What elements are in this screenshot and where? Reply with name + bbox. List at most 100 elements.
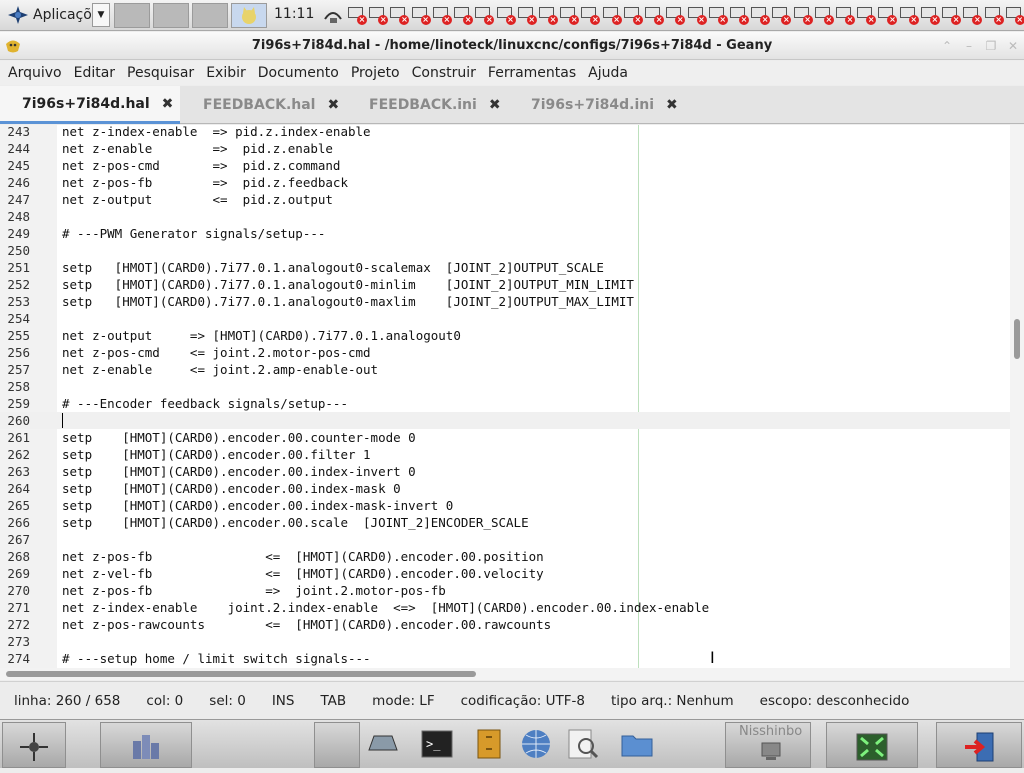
- line-text[interactable]: # ---Encoder feedback signals/setup---: [62, 395, 348, 412]
- code-line[interactable]: 256 net z-pos-cmd <= joint.2.motor-pos-cm…: [0, 344, 1010, 361]
- line-text[interactable]: # ---setup home / limit switch signals--…: [62, 650, 371, 667]
- code-line[interactable]: 249 # ---PWM Generator signals/setup---: [0, 225, 1010, 242]
- tray-window-button[interactable]: ×: [473, 3, 495, 27]
- applications-menu[interactable]: Aplicaçõe: [2, 2, 104, 28]
- menu-ajuda[interactable]: Ajuda: [588, 65, 636, 81]
- close-window-button[interactable]: ✕: [1006, 39, 1020, 53]
- line-text[interactable]: net z-vel-fb <= [HMOT](CARD0).encoder.00…: [62, 565, 544, 582]
- code-line[interactable]: 253 setp [HMOT](CARD0).7i77.0.1.analogout…: [0, 293, 1010, 310]
- code-line[interactable]: 245 net z-pos-cmd => pid.z.command: [0, 157, 1010, 174]
- tray-window-button[interactable]: ×: [834, 3, 856, 27]
- code-line[interactable]: 247 net z-output <= pid.z.output: [0, 191, 1010, 208]
- horizontal-scrollbar-thumb[interactable]: [6, 671, 476, 677]
- tray-window-button[interactable]: ×: [431, 3, 452, 27]
- tray-window-button[interactable]: ×: [664, 3, 686, 27]
- tray-window-button[interactable]: ×: [686, 3, 707, 27]
- line-text[interactable]: setp [HMOT](CARD0).encoder.00.index-mask…: [62, 497, 453, 514]
- network-icon[interactable]: [322, 4, 344, 26]
- code-line[interactable]: 270 net z-pos-fb => joint.2.motor-pos-fb: [0, 582, 1010, 599]
- tray-window-button[interactable]: ×: [558, 3, 580, 27]
- tray-window-button[interactable]: ×: [388, 3, 410, 27]
- workspace-2[interactable]: [153, 3, 189, 28]
- tray-window-button[interactable]: ×: [452, 3, 474, 27]
- line-text[interactable]: net z-pos-cmd => pid.z.command: [62, 157, 340, 174]
- workspace-4[interactable]: [231, 3, 267, 28]
- code-line[interactable]: 259 # ---Encoder feedback signals/setup--…: [0, 395, 1010, 412]
- tray-window-button[interactable]: ×: [579, 3, 601, 27]
- folder-icon[interactable]: [620, 728, 654, 760]
- menu-arquivo[interactable]: Arquivo: [8, 65, 70, 81]
- code-line[interactable]: 272 net z-pos-rawcounts <= [HMOT](CARD0).…: [0, 616, 1010, 633]
- line-text[interactable]: net z-pos-fb => pid.z.feedback: [62, 174, 348, 191]
- tray-window-button[interactable]: ×: [622, 3, 643, 27]
- workspace-3[interactable]: [192, 3, 228, 28]
- line-text[interactable]: net z-output => [HMOT](CARD0).7i77.0.1.a…: [62, 327, 461, 344]
- line-text[interactable]: net z-pos-cmd <= joint.2.motor-pos-cmd: [62, 344, 371, 361]
- line-text[interactable]: net z-enable <= joint.2.amp-enable-out: [62, 361, 378, 378]
- code-line[interactable]: 248: [0, 208, 1010, 225]
- code-line[interactable]: 263 setp [HMOT](CARD0).encoder.00.index-i…: [0, 463, 1010, 480]
- tray-window-button[interactable]: ×: [983, 3, 1004, 27]
- code-line[interactable]: 250: [0, 242, 1010, 259]
- line-text[interactable]: setp [HMOT](CARD0).encoder.00.counter-mo…: [62, 429, 416, 446]
- menu-construir[interactable]: Construir: [412, 65, 484, 81]
- code-line[interactable]: 260: [0, 412, 1010, 429]
- code-line[interactable]: 246 net z-pos-fb => pid.z.feedback: [0, 174, 1010, 191]
- code-line[interactable]: 252 setp [HMOT](CARD0).7i77.0.1.analogout…: [0, 276, 1010, 293]
- line-text[interactable]: setp [HMOT](CARD0).encoder.00.scale [JOI…: [62, 514, 529, 531]
- minimize-button[interactable]: –: [962, 39, 976, 53]
- line-text[interactable]: setp [HMOT](CARD0).encoder.00.index-inve…: [62, 463, 416, 480]
- menu-editar[interactable]: Editar: [74, 65, 123, 81]
- line-text[interactable]: net z-pos-fb <= [HMOT](CARD0).encoder.00…: [62, 548, 544, 565]
- menu-pesquisar[interactable]: Pesquisar: [127, 65, 202, 81]
- horizontal-scrollbar[interactable]: [0, 668, 1024, 680]
- line-text[interactable]: net z-index-enable joint.2.index-enable …: [62, 599, 709, 616]
- tray-window-button[interactable]: ×: [940, 3, 962, 27]
- line-text[interactable]: setp [HMOT](CARD0).encoder.00.filter 1: [62, 446, 371, 463]
- tray-window-button[interactable]: ×: [792, 3, 813, 27]
- tab-7i96s-7i84d-ini[interactable]: 7i96s+7i84d.ini ✖: [509, 86, 689, 124]
- code-line[interactable]: 265 setp [HMOT](CARD0).encoder.00.index-m…: [0, 497, 1010, 514]
- terminal-icon[interactable]: >_: [420, 728, 454, 760]
- dock-logout-button[interactable]: [936, 722, 1022, 768]
- tray-window-button[interactable]: ×: [749, 3, 771, 27]
- line-text[interactable]: setp [HMOT](CARD0).7i77.0.1.analogout0-m…: [62, 293, 634, 310]
- drive-icon[interactable]: [366, 728, 400, 760]
- code-line[interactable]: 261 setp [HMOT](CARD0).encoder.00.counter…: [0, 429, 1010, 446]
- code-line[interactable]: 274 # ---setup home / limit switch signal…: [0, 650, 1010, 667]
- dock-network-button[interactable]: [2, 722, 66, 768]
- search-icon[interactable]: [566, 728, 600, 760]
- menu-ferramentas[interactable]: Ferramentas: [488, 65, 584, 81]
- tray-window-button[interactable]: ×: [643, 3, 665, 27]
- code-line[interactable]: 268 net z-pos-fb <= [HMOT](CARD0).encoder…: [0, 548, 1010, 565]
- tab-close-icon[interactable]: ✖: [327, 97, 339, 113]
- tray-window-button[interactable]: ×: [813, 3, 834, 27]
- dock-home-button[interactable]: [100, 722, 192, 768]
- line-text[interactable]: net z-pos-fb => joint.2.motor-pos-fb: [62, 582, 446, 599]
- tray-window-button[interactable]: ×: [770, 3, 792, 27]
- tray-window-button[interactable]: ×: [961, 3, 983, 27]
- code-line[interactable]: 258: [0, 378, 1010, 395]
- code-line[interactable]: 267: [0, 531, 1010, 548]
- menu-exibir[interactable]: Exibir: [206, 65, 254, 81]
- tray-window-button[interactable]: ×: [601, 3, 622, 27]
- tray-window-button[interactable]: ×: [876, 3, 898, 27]
- tray-window-button[interactable]: ×: [919, 3, 940, 27]
- line-text[interactable]: # ---PWM Generator signals/setup---: [62, 225, 325, 242]
- tray-window-button[interactable]: ×: [346, 3, 367, 27]
- line-text[interactable]: net z-output <= pid.z.output: [62, 191, 333, 208]
- file-cabinet-icon[interactable]: [472, 728, 506, 760]
- dock-fullscreen-button[interactable]: [826, 722, 918, 768]
- tray-window-button[interactable]: ×: [855, 3, 877, 27]
- tab-close-icon[interactable]: ✖: [489, 97, 501, 113]
- code-line[interactable]: 251 setp [HMOT](CARD0).7i77.0.1.analogout…: [0, 259, 1010, 276]
- code-line[interactable]: 273: [0, 633, 1010, 650]
- code-line[interactable]: 264 setp [HMOT](CARD0).encoder.00.index-m…: [0, 480, 1010, 497]
- code-line[interactable]: 255 net z-output => [HMOT](CARD0).7i77.0.…: [0, 327, 1010, 344]
- tray-window-button[interactable]: ×: [898, 3, 919, 27]
- tray-window-button[interactable]: ×: [367, 3, 389, 27]
- code-line[interactable]: 266 setp [HMOT](CARD0).encoder.00.scale […: [0, 514, 1010, 531]
- workspace-1[interactable]: [114, 3, 150, 28]
- code-line[interactable]: 243 net z-index-enable => pid.z.index-ena…: [0, 125, 1010, 140]
- tray-window-button[interactable]: ×: [410, 3, 431, 27]
